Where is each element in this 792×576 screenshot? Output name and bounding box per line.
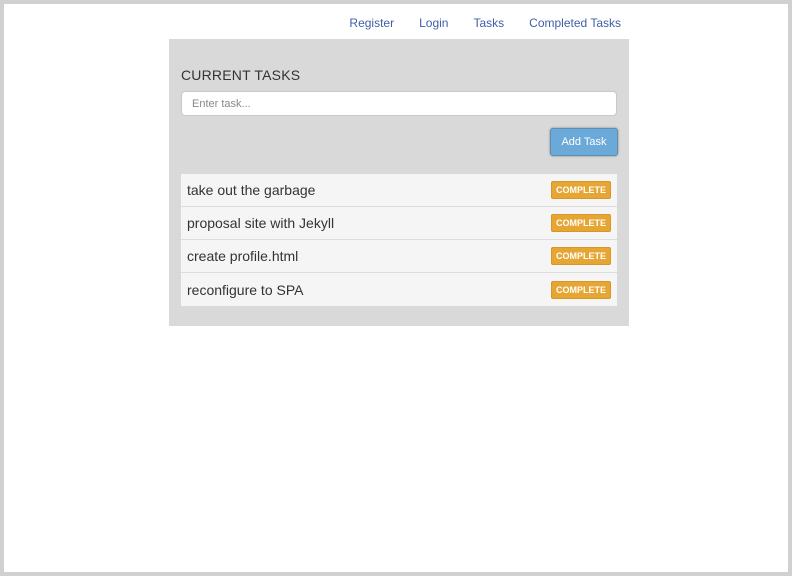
task-text: reconfigure to SPA	[187, 281, 304, 298]
nav-tasks-link[interactable]: Tasks	[473, 16, 504, 30]
complete-button[interactable]: COMPLETE	[550, 214, 611, 232]
top-navigation: Register Login Tasks Completed Tasks	[349, 4, 621, 42]
add-task-button[interactable]: Add Task	[550, 128, 618, 156]
complete-button[interactable]: COMPLETE	[550, 280, 611, 299]
panel-title: CURRENT TASKS	[181, 67, 301, 83]
task-list: take out the garbage COMPLETE proposal s…	[181, 174, 617, 306]
task-text: take out the garbage	[187, 182, 316, 198]
task-row: proposal site with Jekyll COMPLETE	[181, 207, 617, 240]
task-row: create profile.html COMPLETE	[181, 240, 617, 273]
nav-login-link[interactable]: Login	[419, 16, 448, 30]
task-text: create profile.html	[187, 248, 299, 264]
current-tasks-panel: CURRENT TASKS Add Task take out the garb…	[169, 39, 629, 326]
task-input[interactable]	[181, 91, 617, 116]
app-frame: Register Login Tasks Completed Tasks CUR…	[4, 4, 788, 572]
task-row: take out the garbage COMPLETE	[181, 174, 617, 207]
nav-completed-tasks-link[interactable]: Completed Tasks	[529, 16, 621, 30]
task-text: proposal site with Jekyll	[187, 215, 335, 231]
nav-register-link[interactable]: Register	[349, 16, 394, 30]
complete-button[interactable]: COMPLETE	[550, 247, 611, 265]
complete-button[interactable]: COMPLETE	[550, 181, 611, 199]
task-row: reconfigure to SPA COMPLETE	[181, 273, 617, 306]
